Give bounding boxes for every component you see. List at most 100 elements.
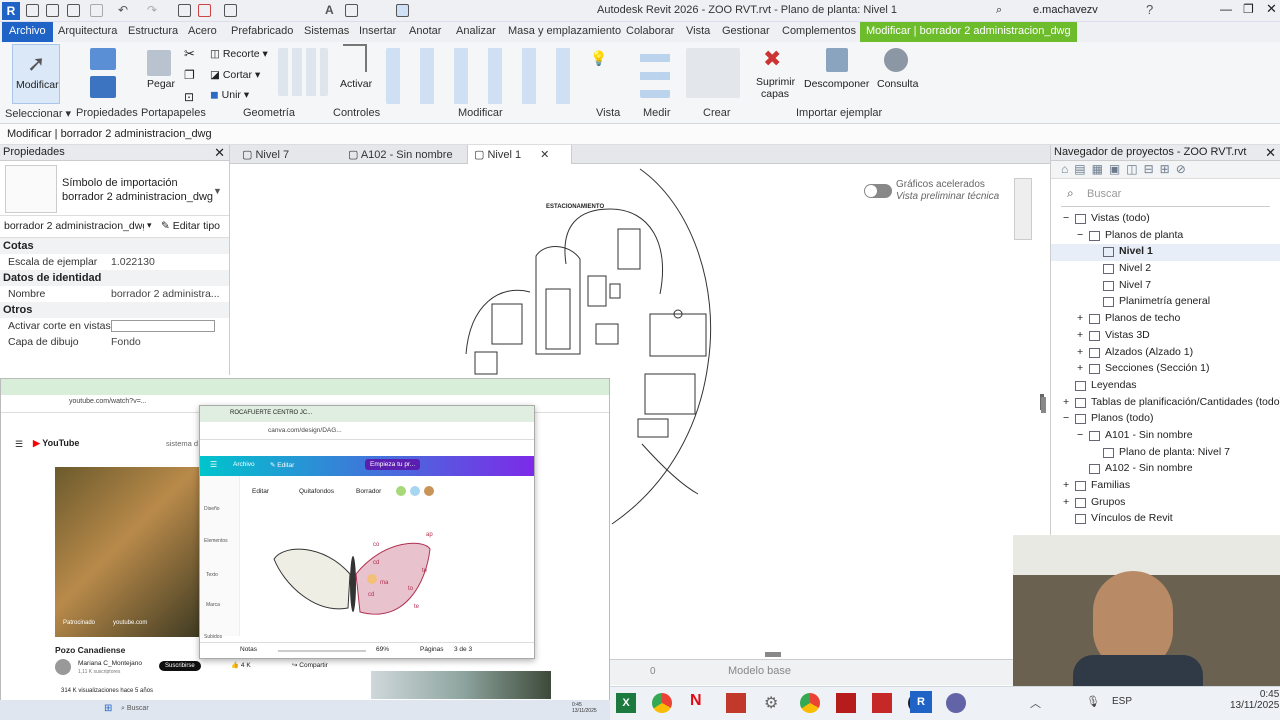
tab-colaborar[interactable]: Colaborar (626, 25, 674, 37)
tree-item[interactable]: Nivel 1 (1051, 244, 1280, 262)
tree-item[interactable]: Leyendas (1051, 378, 1280, 395)
cut-checkbox[interactable] (111, 320, 215, 332)
close-icon[interactable]: ✕ (1266, 1, 1277, 17)
zoom-value[interactable]: 69% (376, 646, 389, 653)
browser-tab[interactable]: ROCAFUERTE CENTRO JC... (200, 406, 534, 422)
print-icon[interactable] (178, 4, 191, 17)
taskbar-search[interactable]: ⌕ Buscar (121, 705, 149, 713)
tab-modificar-context[interactable]: Modificar | borrador 2 administracion_dw… (860, 22, 1077, 42)
section-otros[interactable]: Otros (0, 302, 229, 318)
tab-insertar[interactable]: Insertar (359, 25, 396, 37)
canva-bg-remover[interactable]: Quitafondos (299, 488, 334, 495)
related-thumbnails[interactable] (371, 671, 551, 699)
windows-start-icon[interactable]: ⊞ (104, 703, 112, 714)
color-swatch[interactable] (424, 486, 434, 496)
notes-button[interactable]: Notas (240, 646, 257, 653)
paste-icon[interactable] (147, 50, 171, 76)
recorte-button[interactable]: ◫ Recorte ▾ (210, 48, 268, 60)
tab-sistemas[interactable]: Sistemas (304, 25, 349, 37)
microphone-icon[interactable]: 🎙 (1086, 695, 1100, 708)
horizontal-scrollbar[interactable] (765, 652, 781, 657)
menu-icon[interactable]: ☰ (15, 439, 23, 450)
tab-prefabricado[interactable]: Prefabricado (231, 25, 293, 37)
type-selector[interactable]: Símbolo de importación borrador 2 admini… (0, 161, 229, 216)
pages-button[interactable]: Páginas (420, 646, 444, 653)
language-indicator[interactable]: ESP (1112, 696, 1132, 707)
folder-icon[interactable] (46, 4, 59, 17)
butterfly-illustration[interactable] (264, 524, 444, 634)
browser-tabs-bar[interactable] (1, 379, 609, 395)
trial-button[interactable]: Empieza tu pr... (365, 459, 421, 470)
section-cotas[interactable]: Cotas (0, 238, 229, 254)
expand-icon[interactable]: − (1077, 229, 1083, 241)
autocad-icon[interactable] (726, 693, 746, 713)
expand-icon[interactable]: + (1063, 479, 1069, 491)
tree-item[interactable]: − A101 - Sin nombre (1051, 428, 1280, 445)
tree-item[interactable]: Plano de planta: Nivel 7 (1051, 445, 1280, 462)
zoom-slider[interactable] (278, 650, 366, 652)
tree-item[interactable]: Planimetría general (1051, 294, 1280, 311)
tree-item[interactable]: + Planos de techo (1051, 311, 1280, 328)
tray-chevron-icon[interactable]: ︿ (1030, 695, 1041, 711)
tree-item[interactable]: − Planos de planta (1051, 228, 1280, 245)
binoculars-icon[interactable]: ⌕ (996, 4, 1002, 17)
revit-taskbar-icon[interactable]: R (910, 691, 932, 713)
tab-acero[interactable]: Acero (188, 25, 217, 37)
tree-item[interactable]: − Vistas (todo) (1051, 211, 1280, 228)
color-swatch[interactable] (410, 486, 420, 496)
address-bar[interactable]: canva.com/design/DAG... (200, 422, 534, 440)
chrome-icon[interactable] (652, 693, 672, 713)
canva-edit-tool[interactable]: Editar (252, 488, 269, 495)
tab-gestionar[interactable]: Gestionar (722, 25, 770, 37)
expand-icon[interactable]: + (1077, 362, 1083, 374)
redo-icon[interactable]: ↷ (147, 3, 157, 17)
tab-masa[interactable]: Masa y emplazamiento (508, 25, 621, 37)
modify-tools-icons[interactable] (386, 48, 586, 104)
geometry-tools-icon[interactable] (278, 48, 328, 96)
tree-item[interactable]: + Tablas de planificación/Cantidades (tod… (1051, 395, 1280, 412)
explode-icon[interactable] (826, 48, 848, 72)
copy-icon[interactable]: ❐ (184, 68, 195, 82)
edit-type-button[interactable]: ✎ Editar tipo (161, 220, 220, 232)
sync-icon[interactable] (90, 4, 103, 17)
teams-icon[interactable] (946, 693, 966, 713)
share-button[interactable]: ↪ Compartir (292, 661, 328, 669)
properties-icon[interactable] (90, 48, 116, 70)
tab-vista[interactable]: Vista (686, 25, 710, 37)
modify-button[interactable]: ➚ Modificar (12, 44, 60, 104)
match-icon[interactable]: ⊡ (184, 90, 194, 104)
save-icon[interactable] (67, 4, 80, 17)
export-icon[interactable] (198, 4, 211, 17)
canva-edit-menu[interactable]: ✎ Editar (270, 461, 294, 469)
browser-scrollbar[interactable] (1041, 397, 1046, 413)
measure-icon[interactable] (224, 4, 237, 17)
excel-icon[interactable]: X (616, 693, 636, 713)
browser-search[interactable]: ⌕ Buscar (1061, 183, 1270, 207)
section-identidad[interactable]: Datos de identidad (0, 270, 229, 286)
tab-anotar[interactable]: Anotar (409, 25, 441, 37)
tree-item[interactable]: Vínculos de Revit (1051, 511, 1280, 528)
canva-eraser[interactable]: Borrador (356, 488, 381, 495)
expand-icon[interactable]: + (1077, 329, 1083, 341)
tab-complementos[interactable]: Complementos (782, 25, 856, 37)
tree-item[interactable]: + Vistas 3D (1051, 328, 1280, 345)
model-selector[interactable]: Modelo base (728, 665, 791, 677)
tab-nivel-7[interactable]: ▢ Nivel 7 (236, 145, 295, 164)
tab-estructura[interactable]: Estructura (128, 25, 178, 37)
help-icon[interactable]: ? (1146, 2, 1153, 17)
tab-arquitectura[interactable]: Arquitectura (58, 25, 117, 37)
tree-item[interactable]: − Planos (todo) (1051, 411, 1280, 428)
visibility-icon[interactable]: 💡 (590, 50, 607, 67)
avatar[interactable] (55, 659, 71, 675)
tab-nivel-1[interactable]: ▢ Nivel 1 ✕ (467, 145, 572, 164)
delete-layers-icon[interactable]: ✖ (763, 46, 781, 72)
channel-name[interactable]: Mariana C_Montejano (78, 660, 142, 667)
tree-item[interactable]: + Familias (1051, 478, 1280, 495)
group-seleccionar[interactable]: Seleccionar ▾ (5, 107, 71, 120)
activate-icon[interactable] (343, 44, 367, 72)
measure-icon[interactable] (640, 48, 670, 98)
tree-item[interactable]: + Grupos (1051, 495, 1280, 512)
tab-analizar[interactable]: Analizar (456, 25, 496, 37)
canva-menu-icon[interactable]: ☰ (210, 460, 217, 469)
navigation-bar[interactable] (1014, 178, 1032, 240)
